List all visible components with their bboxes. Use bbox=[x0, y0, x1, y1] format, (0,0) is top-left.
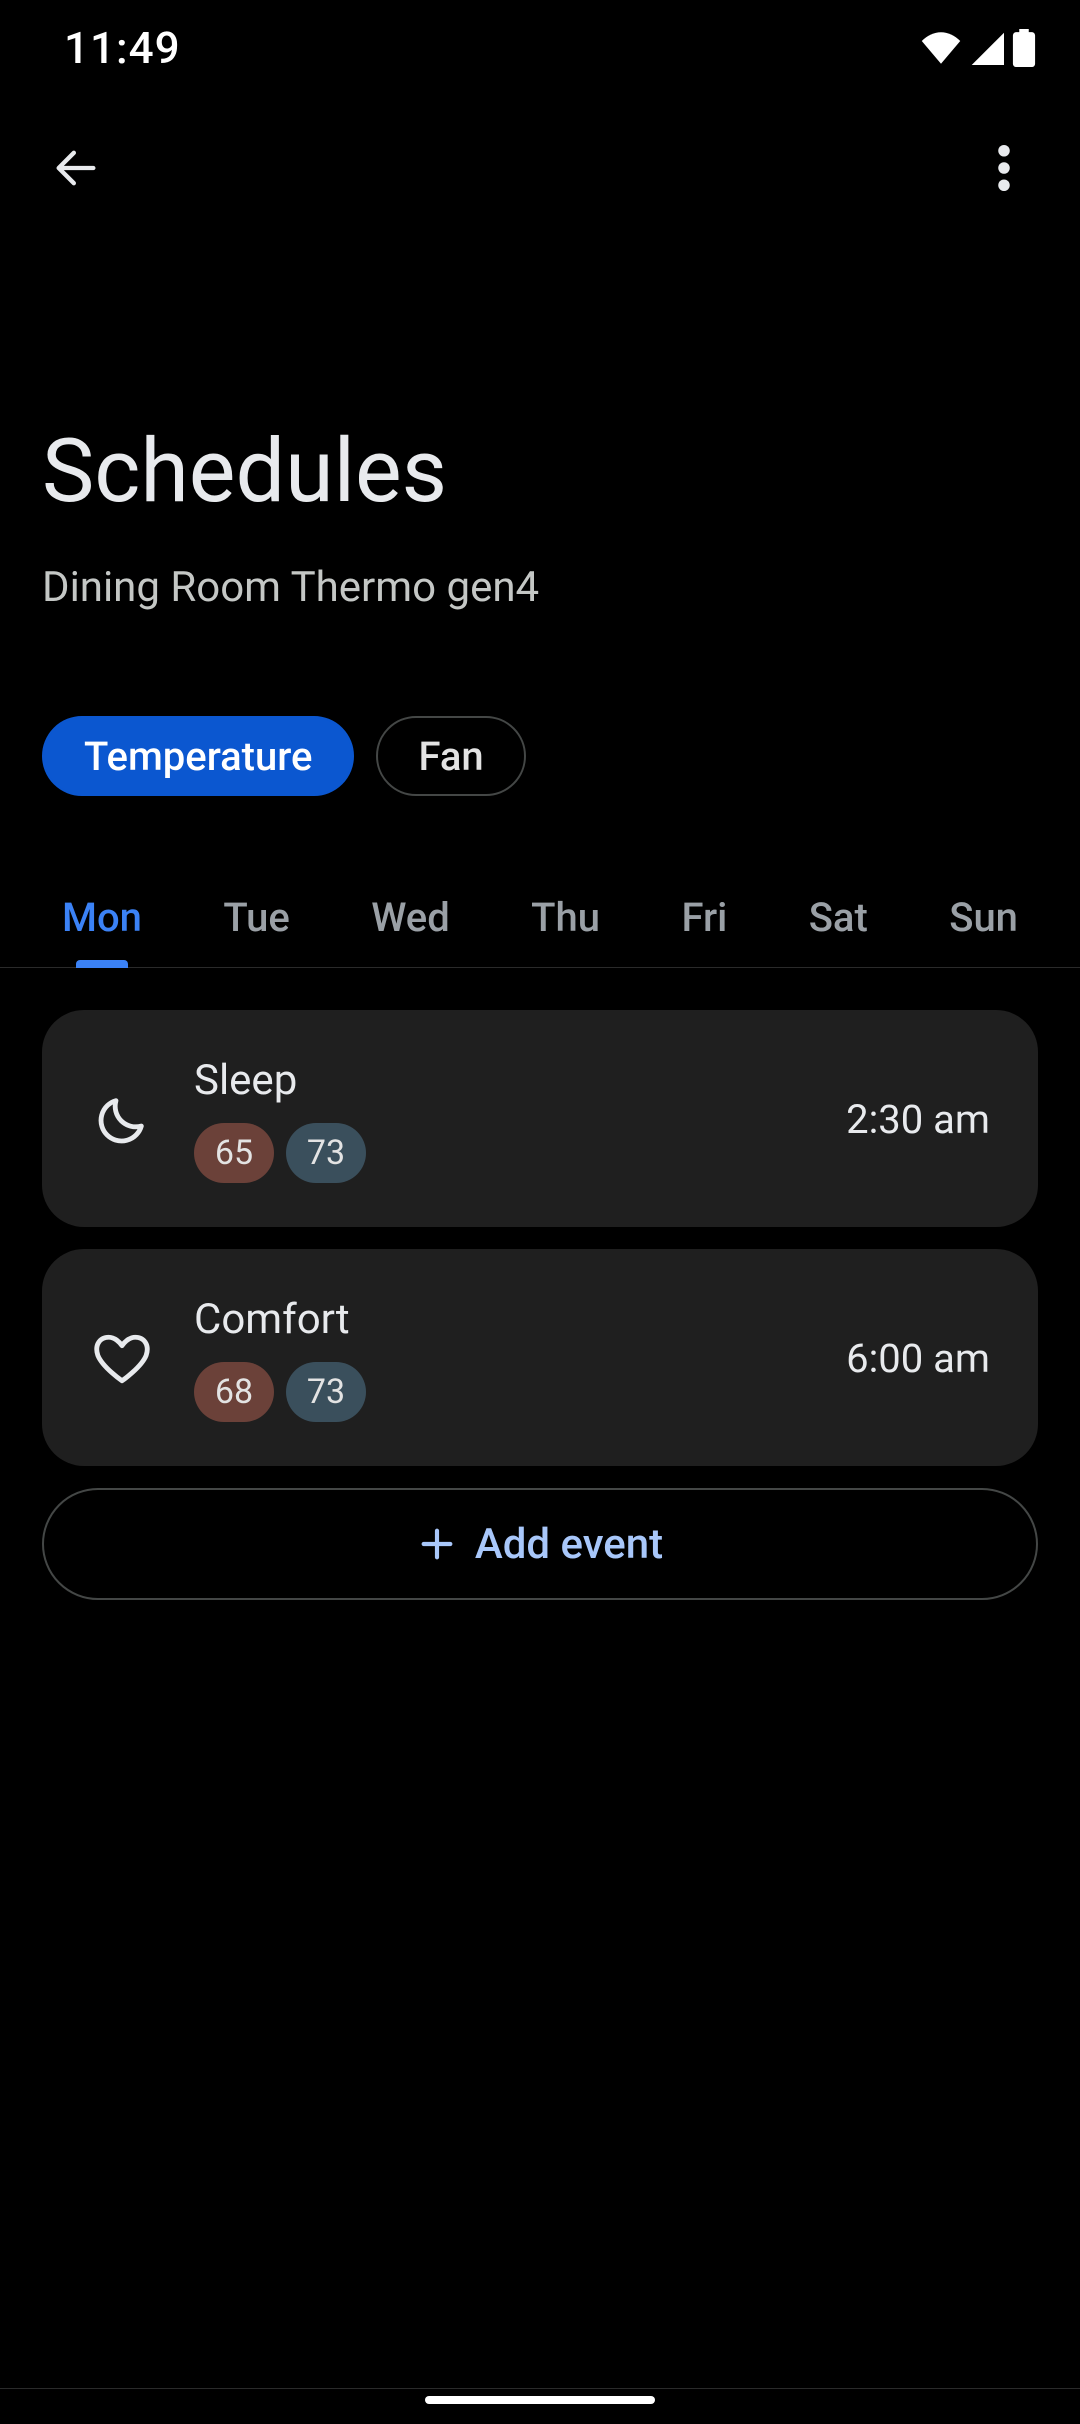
event-temps: 68 73 bbox=[194, 1362, 810, 1422]
event-name: Comfort bbox=[194, 1295, 810, 1344]
status-bar: 11:49 bbox=[0, 0, 1080, 96]
plus-icon bbox=[417, 1524, 457, 1564]
overflow-menu-button[interactable] bbox=[964, 128, 1044, 208]
tab-sat[interactable]: Sat bbox=[803, 868, 874, 967]
back-button[interactable] bbox=[36, 128, 116, 208]
tab-thu[interactable]: Thu bbox=[525, 868, 606, 967]
status-time: 11:49 bbox=[64, 22, 181, 74]
status-icons bbox=[920, 29, 1036, 67]
event-temps: 65 73 bbox=[194, 1123, 810, 1183]
app-bar bbox=[0, 108, 1080, 228]
cool-pill: 73 bbox=[286, 1123, 366, 1183]
chip-label: Temperature bbox=[84, 733, 312, 780]
add-event-label: Add event bbox=[475, 1520, 663, 1569]
cool-pill: 73 bbox=[286, 1362, 366, 1422]
battery-icon bbox=[1012, 29, 1036, 67]
add-event-button[interactable]: Add event bbox=[42, 1488, 1038, 1600]
tab-wed[interactable]: Wed bbox=[365, 868, 456, 967]
page-header: Schedules Dining Room Thermo gen4 bbox=[42, 420, 1038, 612]
tab-label: Thu bbox=[531, 894, 600, 941]
tab-label: Tue bbox=[223, 894, 289, 941]
chip-fan[interactable]: Fan bbox=[376, 716, 525, 796]
event-card-comfort[interactable]: Comfort 68 73 6:00 am bbox=[42, 1249, 1038, 1466]
tab-label: Fri bbox=[681, 894, 727, 941]
event-body: Sleep 65 73 bbox=[194, 1056, 810, 1183]
heat-pill: 68 bbox=[194, 1362, 274, 1422]
event-name: Sleep bbox=[194, 1056, 810, 1105]
tab-sun[interactable]: Sun bbox=[943, 868, 1024, 967]
event-time: 6:00 am bbox=[846, 1335, 990, 1382]
heat-pill: 65 bbox=[194, 1123, 274, 1183]
event-card-sleep[interactable]: Sleep 65 73 2:30 am bbox=[42, 1010, 1038, 1227]
chip-temperature[interactable]: Temperature bbox=[42, 716, 354, 796]
tab-label: Wed bbox=[371, 894, 450, 941]
day-tabs: Mon Tue Wed Thu Fri Sat Sun bbox=[0, 868, 1080, 968]
tab-tue[interactable]: Tue bbox=[217, 868, 295, 967]
tab-label: Sat bbox=[809, 894, 868, 941]
tab-label: Mon bbox=[62, 894, 142, 941]
heart-icon bbox=[86, 1323, 158, 1395]
navigation-pill[interactable] bbox=[425, 2396, 655, 2404]
signal-icon bbox=[970, 31, 1004, 65]
tab-mon[interactable]: Mon bbox=[56, 868, 148, 967]
event-time: 2:30 am bbox=[846, 1096, 990, 1143]
mode-chips: Temperature Fan bbox=[42, 716, 526, 796]
tab-label: Sun bbox=[949, 894, 1018, 941]
chip-label: Fan bbox=[418, 733, 483, 780]
divider bbox=[0, 2388, 1080, 2389]
more-vert-icon bbox=[998, 145, 1010, 191]
event-list: Sleep 65 73 2:30 am Comfort 68 73 6:00 a… bbox=[42, 1010, 1038, 1600]
arrow-left-icon bbox=[50, 142, 102, 194]
event-body: Comfort 68 73 bbox=[194, 1295, 810, 1422]
page-subtitle: Dining Room Thermo gen4 bbox=[42, 563, 1038, 612]
wifi-icon bbox=[920, 31, 962, 65]
tab-fri[interactable]: Fri bbox=[675, 868, 733, 967]
moon-icon bbox=[86, 1084, 158, 1156]
page-title: Schedules bbox=[42, 420, 1038, 523]
